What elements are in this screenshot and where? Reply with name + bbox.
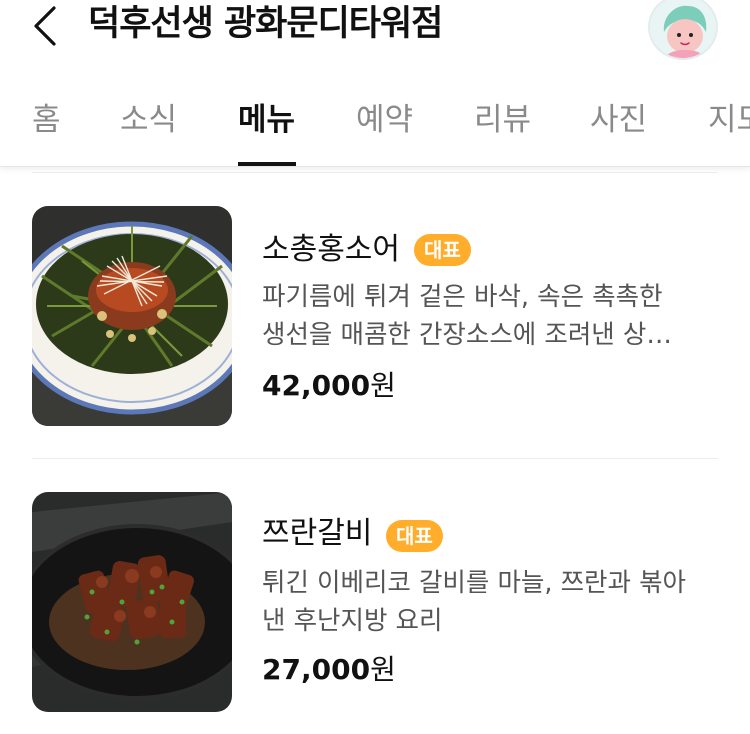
chevron-left-icon xyxy=(34,6,56,46)
menu-description-line: 생선을 매콤한 간장소스에 조려낸 상… xyxy=(262,320,672,350)
menu-price: 42,000원 xyxy=(262,366,396,406)
menu-description-line: 낸 후난지방 요리 xyxy=(262,606,443,636)
tab-menu[interactable]: 메뉴 xyxy=(238,98,295,142)
price-value: 27,000 xyxy=(262,653,371,686)
store-title: 덕후선생 광화문디타워점 xyxy=(88,4,443,44)
price-value: 42,000 xyxy=(262,369,371,402)
header-bar: 덕후선생 광화문디타워점 xyxy=(0,0,750,60)
price-currency: 원 xyxy=(370,369,396,402)
menu-photo-rib-dish xyxy=(32,492,232,712)
tab-map[interactable]: 지도 xyxy=(708,98,750,142)
tab-bar: 홈 소식 메뉴 예약 리뷰 사진 지도 xyxy=(0,84,750,167)
menu-name: 쯔란갈비 xyxy=(262,516,373,551)
active-tab-indicator xyxy=(238,162,296,166)
tab-news[interactable]: 소식 xyxy=(120,98,177,142)
price-currency: 원 xyxy=(370,653,396,686)
tab-reviews[interactable]: 리뷰 xyxy=(474,98,531,142)
tab-home[interactable]: 홈 xyxy=(32,98,61,142)
menu-photo-fish-dish xyxy=(32,206,232,426)
menu-description-line: 파기름에 튀겨 겉은 바삭, 속은 촉촉한 xyxy=(262,282,663,312)
menu-item[interactable]: 소총홍소어 대표 파기름에 튀겨 겉은 바삭, 속은 촉촉한 생선을 매콤한 간… xyxy=(0,206,750,446)
list-divider xyxy=(32,458,718,459)
user-avatar-button[interactable] xyxy=(648,0,718,60)
back-button[interactable] xyxy=(28,2,68,50)
tab-reservation[interactable]: 예약 xyxy=(356,98,413,142)
signature-badge: 대표 xyxy=(414,234,471,266)
tab-photos[interactable]: 사진 xyxy=(590,98,647,142)
menu-description: 파기름에 튀겨 겉은 바삭, 속은 촉촉한 생선을 매콤한 간장소스에 조려낸 … xyxy=(262,278,702,354)
menu-description-line: 튀긴 이베리코 갈비를 마늘, 쯔란과 볶아 xyxy=(262,568,686,598)
menu-description: 튀긴 이베리코 갈비를 마늘, 쯔란과 볶아 낸 후난지방 요리 xyxy=(262,564,702,640)
user-avatar-icon xyxy=(650,0,716,58)
list-divider xyxy=(32,172,718,173)
signature-badge: 대표 xyxy=(386,520,443,552)
menu-item[interactable]: 쯔란갈비 대표 튀긴 이베리코 갈비를 마늘, 쯔란과 볶아 낸 후난지방 요리… xyxy=(0,492,750,732)
menu-price: 27,000원 xyxy=(262,650,396,690)
menu-name: 소총홍소어 xyxy=(262,232,400,267)
